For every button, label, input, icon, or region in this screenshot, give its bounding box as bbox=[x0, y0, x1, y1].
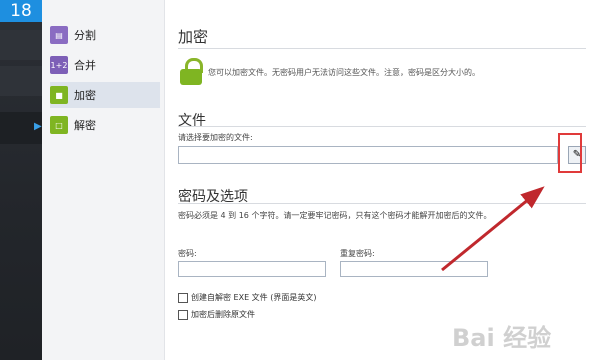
sidebar-item-label: 合并 bbox=[74, 59, 96, 72]
strip-row bbox=[0, 30, 42, 60]
watermark-text: Bai 经验 bbox=[452, 324, 552, 352]
checkbox-label: 加密后删除原文件 bbox=[191, 310, 255, 319]
sidebar-item-merge[interactable]: 1+2 合并 bbox=[50, 52, 160, 78]
password-input[interactable] bbox=[178, 261, 326, 277]
checkbox-box[interactable] bbox=[178, 292, 188, 303]
sidebar-item-label: 解密 bbox=[74, 119, 96, 132]
unlock-icon: □ bbox=[50, 116, 68, 134]
sidebar-item-split[interactable]: ▤ 分割 bbox=[50, 22, 160, 48]
checkbox-box[interactable] bbox=[178, 309, 188, 320]
divider bbox=[178, 126, 586, 127]
file-path-input[interactable] bbox=[178, 146, 558, 164]
password-hint: 密码必须是 4 到 16 个字符。请一定要牢记密码，只有这个密码才能解开加密后的… bbox=[178, 211, 492, 220]
password-label: 密码: bbox=[178, 249, 197, 258]
merge-icon: 1+2 bbox=[50, 56, 68, 74]
app-left-strip: 18 ▶ bbox=[0, 0, 42, 360]
sidebar: ▤ 分割 1+2 合并 ■ 加密 □ 解密 bbox=[42, 0, 165, 360]
sidebar-item-label: 加密 bbox=[74, 89, 96, 102]
chevron-right-icon: ▶ bbox=[34, 121, 42, 132]
confirm-password-input[interactable] bbox=[340, 261, 488, 277]
file-prompt-label: 请选择要加密的文件: bbox=[178, 133, 253, 142]
lock-icon: ■ bbox=[50, 86, 68, 104]
app-badge: 18 bbox=[0, 0, 42, 22]
delete-original-checkbox[interactable]: 加密后删除原文件 bbox=[178, 309, 255, 320]
encrypt-description: 您可以加密文件。无密码用户无法访问这些文件。注意，密码是区分大小的。 bbox=[208, 68, 480, 77]
main-content: 加密 您可以加密文件。无密码用户无法访问这些文件。注意，密码是区分大小的。 文件… bbox=[164, 0, 600, 360]
sidebar-item-label: 分割 bbox=[74, 29, 96, 42]
sidebar-item-encrypt[interactable]: ■ 加密 bbox=[50, 82, 160, 108]
checkbox-label: 创建自解密 EXE 文件 (界面是英文) bbox=[191, 293, 317, 302]
divider bbox=[178, 203, 586, 204]
lock-icon bbox=[180, 58, 203, 86]
create-exe-checkbox[interactable]: 创建自解密 EXE 文件 (界面是英文) bbox=[178, 292, 316, 303]
annotation-highlight-box bbox=[558, 133, 582, 173]
file-section-title: 文件 bbox=[178, 113, 206, 129]
sidebar-item-decrypt[interactable]: □ 解密 bbox=[50, 112, 160, 138]
confirm-password-label: 重复密码: bbox=[340, 249, 375, 258]
split-icon: ▤ bbox=[50, 26, 68, 44]
page-title: 加密 bbox=[178, 28, 209, 46]
divider bbox=[178, 48, 586, 49]
strip-row bbox=[0, 66, 42, 96]
